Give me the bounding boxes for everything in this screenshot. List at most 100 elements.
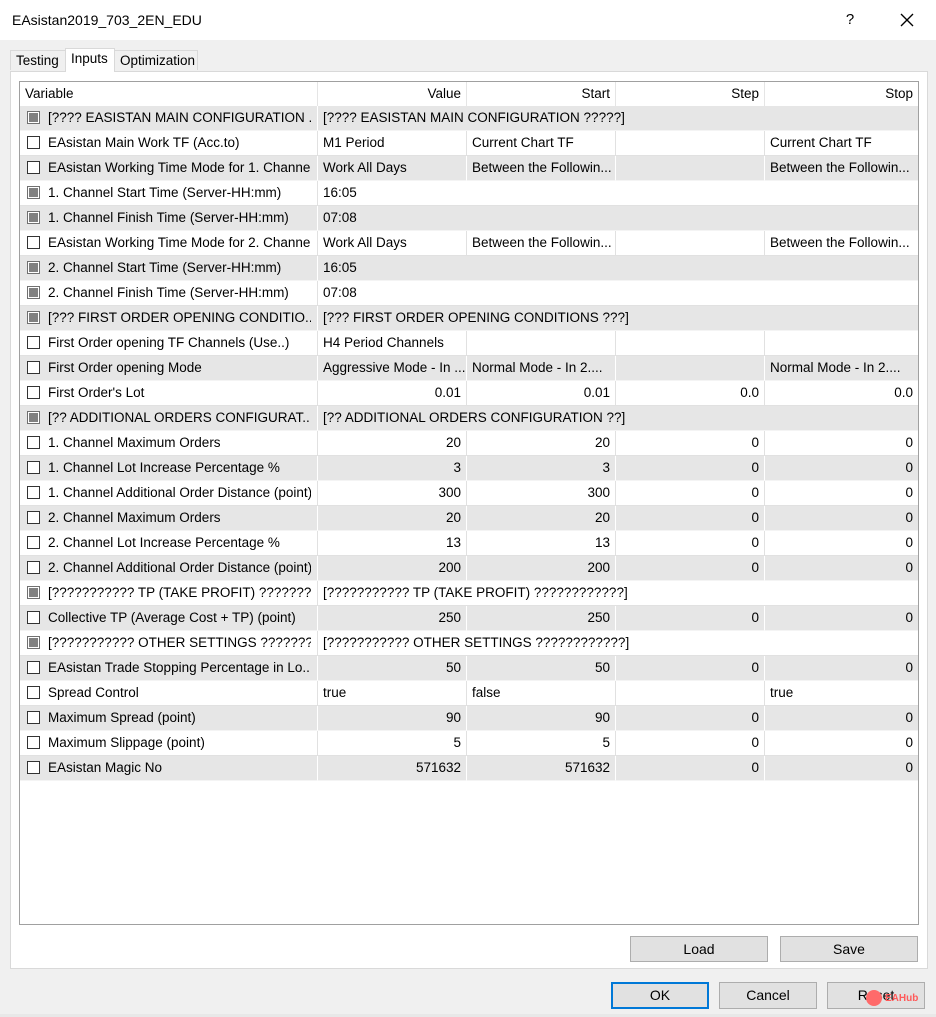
- col-header-stop[interactable]: Stop: [765, 82, 918, 106]
- table-row[interactable]: Spread Control true false true: [20, 681, 918, 706]
- stop-cell[interactable]: 0: [765, 456, 918, 481]
- optimize-checkbox[interactable]: [27, 211, 40, 224]
- table-row[interactable]: [??? FIRST ORDER OPENING CONDITIO... [???…: [20, 306, 918, 331]
- table-row[interactable]: First Order opening Mode Aggressive Mode …: [20, 356, 918, 381]
- start-cell[interactable]: 13: [467, 531, 616, 556]
- save-button[interactable]: Save: [780, 936, 918, 962]
- step-cell[interactable]: 0: [616, 706, 765, 731]
- value-cell[interactable]: 13: [318, 531, 467, 556]
- step-cell[interactable]: 0: [616, 506, 765, 531]
- value-cell[interactable]: Work All Days: [318, 231, 467, 256]
- load-button[interactable]: Load: [630, 936, 768, 962]
- optimize-checkbox[interactable]: [27, 661, 40, 674]
- start-cell[interactable]: 20: [467, 506, 616, 531]
- stop-cell[interactable]: 0: [765, 731, 918, 756]
- stop-cell[interactable]: Between the Followin...: [765, 156, 918, 181]
- value-cell[interactable]: Aggressive Mode - In ...: [318, 356, 467, 381]
- value-cell[interactable]: 200: [318, 556, 467, 581]
- table-row[interactable]: 1. Channel Maximum Orders 20 20 0 0: [20, 431, 918, 456]
- help-button[interactable]: ?: [838, 6, 862, 34]
- value-cell[interactable]: [??? FIRST ORDER OPENING CONDITIONS ???]: [318, 306, 918, 331]
- tab-optimization[interactable]: Optimization: [114, 50, 198, 70]
- step-cell[interactable]: [616, 681, 765, 706]
- value-cell[interactable]: 571632: [318, 756, 467, 781]
- stop-cell[interactable]: 0: [765, 481, 918, 506]
- table-row[interactable]: 2. Channel Start Time (Server-HH:mm) 16:0…: [20, 256, 918, 281]
- value-cell[interactable]: 50: [318, 656, 467, 681]
- optimize-checkbox[interactable]: [27, 536, 40, 549]
- optimize-checkbox[interactable]: [27, 161, 40, 174]
- optimize-checkbox[interactable]: [27, 411, 40, 424]
- table-row[interactable]: [??????????? OTHER SETTINGS ???????... [?…: [20, 631, 918, 656]
- value-cell[interactable]: 16:05: [318, 256, 918, 281]
- start-cell[interactable]: 571632: [467, 756, 616, 781]
- value-cell[interactable]: 250: [318, 606, 467, 631]
- step-cell[interactable]: 0: [616, 731, 765, 756]
- stop-cell[interactable]: 0: [765, 556, 918, 581]
- stop-cell[interactable]: 0: [765, 506, 918, 531]
- table-row[interactable]: Collective TP (Average Cost + TP) (point…: [20, 606, 918, 631]
- start-cell[interactable]: Normal Mode - In 2....: [467, 356, 616, 381]
- table-row[interactable]: Maximum Spread (point) 90 90 0 0: [20, 706, 918, 731]
- value-cell[interactable]: 0.01: [318, 381, 467, 406]
- start-cell[interactable]: Between the Followin...: [467, 156, 616, 181]
- table-row[interactable]: EAsistan Main Work TF (Acc.to) M1 Period C…: [20, 131, 918, 156]
- value-cell[interactable]: 16:05: [318, 181, 918, 206]
- optimize-checkbox[interactable]: [27, 336, 40, 349]
- stop-cell[interactable]: 0: [765, 656, 918, 681]
- stop-cell[interactable]: 0: [765, 431, 918, 456]
- start-cell[interactable]: 5: [467, 731, 616, 756]
- step-cell[interactable]: [616, 156, 765, 181]
- optimize-checkbox[interactable]: [27, 311, 40, 324]
- step-cell[interactable]: [616, 331, 765, 356]
- step-cell[interactable]: 0: [616, 431, 765, 456]
- optimize-checkbox[interactable]: [27, 761, 40, 774]
- stop-cell[interactable]: Current Chart TF: [765, 131, 918, 156]
- start-cell[interactable]: 90: [467, 706, 616, 731]
- step-cell[interactable]: 0: [616, 531, 765, 556]
- ok-button[interactable]: OK: [611, 982, 709, 1009]
- table-row[interactable]: 2. Channel Maximum Orders 20 20 0 0: [20, 506, 918, 531]
- start-cell[interactable]: 250: [467, 606, 616, 631]
- optimize-checkbox[interactable]: [27, 361, 40, 374]
- stop-cell[interactable]: 0: [765, 756, 918, 781]
- step-cell[interactable]: 0.0: [616, 381, 765, 406]
- table-row[interactable]: 1. Channel Additional Order Distance (po…: [20, 481, 918, 506]
- step-cell[interactable]: 0: [616, 656, 765, 681]
- stop-cell[interactable]: Between the Followin...: [765, 231, 918, 256]
- optimize-checkbox[interactable]: [27, 611, 40, 624]
- value-cell[interactable]: 90: [318, 706, 467, 731]
- cancel-button[interactable]: Cancel: [719, 982, 817, 1009]
- start-cell[interactable]: 3: [467, 456, 616, 481]
- value-cell[interactable]: [??????????? TP (TAKE PROFIT) ??????????…: [318, 581, 918, 606]
- optimize-checkbox[interactable]: [27, 711, 40, 724]
- value-cell[interactable]: [?? ADDITIONAL ORDERS CONFIGURATION ??]: [318, 406, 918, 431]
- stop-cell[interactable]: 0: [765, 531, 918, 556]
- optimize-checkbox[interactable]: [27, 586, 40, 599]
- col-header-value[interactable]: Value: [318, 82, 467, 106]
- table-row[interactable]: [?? ADDITIONAL ORDERS CONFIGURAT... [?? A…: [20, 406, 918, 431]
- value-cell[interactable]: 20: [318, 506, 467, 531]
- table-row[interactable]: 2. Channel Additional Order Distance (po…: [20, 556, 918, 581]
- table-row[interactable]: EAsistan Working Time Mode for 1. Channe…: [20, 156, 918, 181]
- step-cell[interactable]: 0: [616, 756, 765, 781]
- step-cell[interactable]: 0: [616, 556, 765, 581]
- optimize-checkbox[interactable]: [27, 136, 40, 149]
- step-cell[interactable]: [616, 131, 765, 156]
- stop-cell[interactable]: Normal Mode - In 2....: [765, 356, 918, 381]
- optimize-checkbox[interactable]: [27, 736, 40, 749]
- table-row[interactable]: Maximum Slippage (point) 5 5 0 0: [20, 731, 918, 756]
- start-cell[interactable]: 200: [467, 556, 616, 581]
- tab-inputs[interactable]: Inputs: [65, 48, 115, 72]
- value-cell[interactable]: H4 Period Channels: [318, 331, 467, 356]
- step-cell[interactable]: 0: [616, 481, 765, 506]
- table-row[interactable]: 1. Channel Start Time (Server-HH:mm) 16:0…: [20, 181, 918, 206]
- optimize-checkbox[interactable]: [27, 111, 40, 124]
- table-row[interactable]: 1. Channel Lot Increase Percentage % 3 3 0 0: [20, 456, 918, 481]
- close-button[interactable]: [893, 6, 921, 34]
- start-cell[interactable]: Current Chart TF: [467, 131, 616, 156]
- stop-cell[interactable]: true: [765, 681, 918, 706]
- optimize-checkbox[interactable]: [27, 486, 40, 499]
- start-cell[interactable]: 20: [467, 431, 616, 456]
- value-cell[interactable]: [??????????? OTHER SETTINGS ????????????…: [318, 631, 918, 656]
